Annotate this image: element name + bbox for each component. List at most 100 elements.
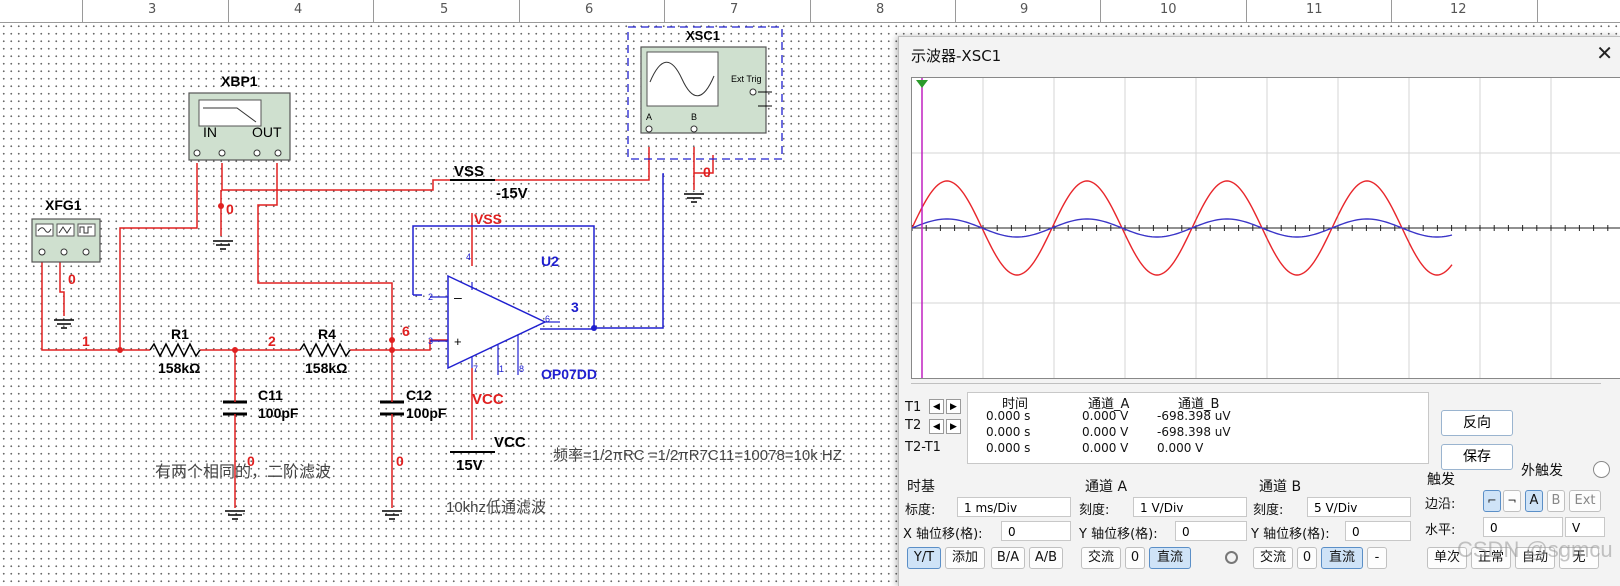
trigger-level-unit[interactable]: V [1565,517,1605,537]
pin-4: 4 [466,252,471,262]
readout-cell: 0.000 V [1082,441,1129,455]
ruler-tick: 9 [1020,2,1029,17]
ext-trigger-radio[interactable] [1593,461,1610,478]
t1-right-arrow[interactable]: ▶ [946,399,961,414]
add-mode-button[interactable]: 添加 [945,547,985,569]
save-button[interactable]: 保存 [1441,444,1513,470]
opamp-u2: – + [430,274,560,375]
t2-right-arrow[interactable]: ▶ [946,419,961,434]
net-0: 0 [703,164,711,180]
ruler-tick: 10 [1160,2,1177,17]
reverse-button[interactable]: 反向 [1441,410,1513,436]
yt-mode-button[interactable]: Y/T [907,547,941,569]
oscilloscope-xsc1 [627,26,783,160]
close-icon[interactable]: ✕ [1596,41,1613,65]
xbp1-label: XBP1 [221,73,258,89]
channel-b-zero-button[interactable]: 0 [1297,547,1317,569]
channel-a-title: 通道 A [1085,479,1128,495]
pin-3: 3 [428,336,433,346]
rising-edge-icon[interactable]: ⌐ [1483,490,1501,512]
trigger-a-button[interactable]: A [1525,490,1543,512]
t2-left-arrow[interactable]: ◀ [929,419,944,434]
readout-cell: 0.000 s [986,441,1031,455]
timebase-title: 时基 [907,479,935,495]
readout-cell: 0.000 s [986,425,1031,439]
channel-b-ypos-label: Y 轴位移(格): [1251,527,1330,542]
trigger-none-button[interactable]: 无 [1559,547,1599,569]
channel-b-scale-label: 刻度: [1253,503,1284,518]
falling-edge-icon[interactable]: ¬ [1503,490,1521,512]
channel-b-scale-field[interactable]: 5 V/Div [1307,497,1411,517]
channel-a-zero-button[interactable]: 0 [1125,547,1145,569]
net-2: 2 [268,333,276,349]
ruler-tick: 12 [1450,2,1467,17]
t2-t1-label: T2-T1 [905,440,941,455]
channel-a-scale-field[interactable]: 1 V/Div [1133,497,1247,517]
pin-7: 7 [473,364,478,374]
channel-b-ac-button[interactable]: 交流 [1253,547,1293,569]
vcc-label: VCC [494,434,526,451]
ba-mode-button[interactable]: B/A [991,547,1025,569]
t1-label: T1 [905,400,922,415]
channel-a-ac-button[interactable]: 交流 [1081,547,1121,569]
ab-mode-button[interactable]: A/B [1029,547,1063,569]
readout-cell: 0.000 s [986,409,1031,423]
net-0: 0 [226,201,234,217]
c11-name: C11 [258,387,283,403]
cursor-t1-handle[interactable] [916,80,928,88]
xsc1-label: XSC1 [686,28,720,43]
net-3: 3 [571,299,579,315]
net-0: 0 [396,453,404,469]
trigger-title: 触发 [1427,472,1455,488]
r1-value: 158kΩ [158,360,200,376]
xsc1-ext-trig: Ext Trig [731,74,762,84]
channel-b-ypos-field[interactable]: 0 [1345,521,1411,541]
vss-value: -15V [496,185,528,202]
readout-cell: 0.000 V [1082,409,1129,423]
trigger-auto-button[interactable]: 自动 [1515,547,1555,569]
readout-cell: 0.000 V [1157,441,1204,455]
r4-value: 158kΩ [305,360,347,376]
channel-a-dc-button[interactable]: 直流 [1149,547,1191,569]
timebase-scale-field[interactable]: 1 ms/Div [957,497,1071,517]
channel-a-ypos-label: Y 轴位移(格): [1079,527,1158,542]
cursor-readout: 时间 通道_A 通道_B 0.000 s 0.000 V -698.398 uV… [967,392,1429,464]
xsc1-ch-a: A [646,112,652,122]
pin-2: 2 [428,292,433,302]
channel-b-dc-button[interactable]: 直流 [1321,547,1363,569]
resistor-r1 [149,342,201,358]
channel-a-scale-label: 刻度: [1079,503,1110,518]
t1-left-arrow[interactable]: ◀ [929,399,944,414]
trigger-single-button[interactable]: 单次 [1427,547,1467,569]
x-position-field[interactable]: 0 [1001,521,1071,541]
note-second-order: 有两个相同的，二阶滤波 [155,463,331,481]
schematic-drawing: – + XBP1 IN OUT XFG1 XSC1 A B Ext Trig V… [31,26,842,520]
readout-cell: 0.000 V [1082,425,1129,439]
trigger-b-button[interactable]: B [1547,490,1565,512]
note-lowpass: 10khz低通滤波 [446,499,546,516]
c12-name: C12 [406,387,432,403]
pin-1: 1 [499,364,504,374]
vss-label: VSS [454,163,484,180]
c12-value: 100pF [406,405,447,421]
scope-plot [911,78,1620,378]
c11-value: 100pF [258,405,299,421]
ext-trigger-label: 外触发 [1521,463,1563,479]
trigger-normal-button[interactable]: 正常 [1471,547,1511,569]
opamp-model: OP07DD [541,366,597,382]
scope-screen[interactable] [911,77,1620,379]
function-generator-xfg1 [31,218,101,263]
radio-icon[interactable] [1225,551,1238,564]
oscilloscope-window[interactable]: 示波器-XSC1 ✕ T1 T2 T2-T1 ◀ ▶ ◀ ▶ 时间 通道_A 通… [898,36,1620,586]
net-6: 6 [402,323,410,339]
channel-a-ypos-field[interactable]: 0 [1175,521,1247,541]
r1-name: R1 [171,326,189,342]
t2-label: T2 [905,418,922,433]
trigger-level-field[interactable]: 0 [1483,517,1563,537]
net-0: 0 [68,271,76,287]
note-frequency: 频率=1/2πRC =1/2πR7C11=10078=10k HZ [553,447,842,464]
u2-label: U2 [541,253,559,269]
svg-text:+: + [454,334,462,349]
channel-b-minus-button[interactable]: - [1367,547,1387,569]
trigger-ext-button[interactable]: Ext [1569,490,1601,512]
